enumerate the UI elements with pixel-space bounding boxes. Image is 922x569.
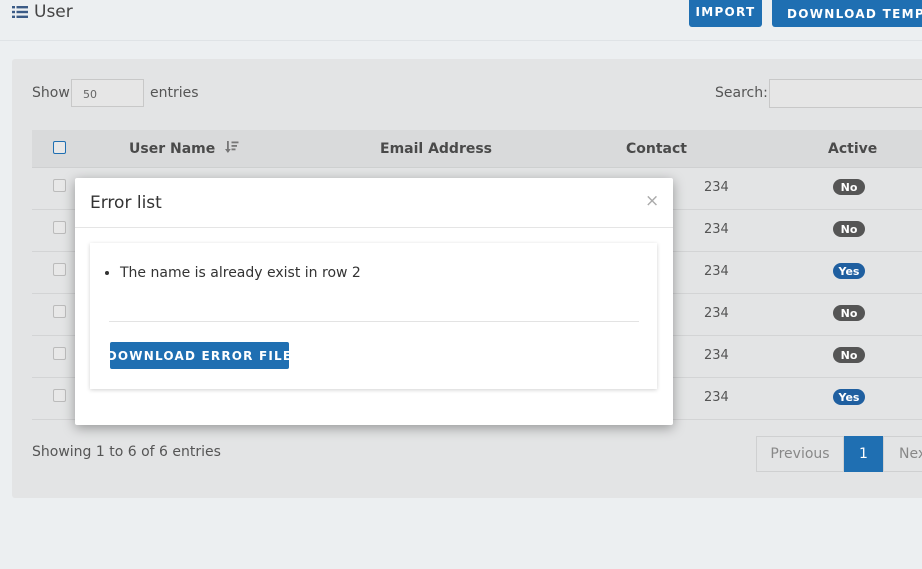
download-error-file-button[interactable]: DOWNLOAD ERROR FILE <box>107 342 291 369</box>
divider <box>109 321 639 322</box>
error-list-modal: Error list × The name is already exist i… <box>75 178 673 425</box>
error-panel: The name is already exist in row 2 DOWNL… <box>90 243 657 389</box>
close-icon[interactable]: × <box>645 191 659 211</box>
error-list: The name is already exist in row 2 <box>100 264 361 282</box>
modal-header: Error list × <box>75 178 673 228</box>
modal-title: Error list <box>90 193 162 213</box>
error-item: The name is already exist in row 2 <box>120 264 361 282</box>
